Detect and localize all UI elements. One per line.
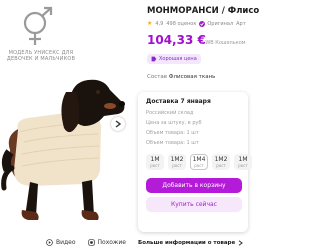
tag-icon — [151, 56, 157, 62]
similar-icon — [87, 239, 95, 246]
size-sub: рост — [238, 163, 248, 168]
media-bar: Видео Похожие — [0, 235, 132, 250]
reviews-count[interactable]: 498 оценок — [166, 21, 196, 27]
unisex-gender-icon — [23, 6, 53, 45]
size-sub: рост — [194, 163, 204, 168]
composition-label: Состав — [147, 74, 168, 80]
good-price-label: Хорошая цена — [159, 56, 197, 62]
price-note: с WB Кошельком — [201, 40, 246, 46]
delivery-row: Цена за штуку, в руб — [146, 120, 202, 126]
size-label: 1М2 — [170, 156, 184, 163]
delivery-card: Доставка 7 января Российский склад Цена … — [138, 92, 252, 232]
chevron-right-icon — [115, 120, 121, 128]
similar-button[interactable]: Похожие — [82, 235, 132, 250]
size-selector: 1М рост 1М2 рост 1М4 рост 1М2 рост 1М ро… — [146, 154, 252, 170]
composition-value: Флисовая ткань — [168, 74, 216, 80]
delivery-date: Доставка 7 января — [146, 98, 211, 105]
original-badge: Оригинал — [199, 20, 234, 27]
chevron-right-icon — [238, 239, 244, 246]
size-option[interactable]: 1М рост — [146, 154, 164, 170]
delivery-row: Объем товара: 1 шт — [146, 140, 199, 146]
size-sub: рост — [216, 163, 226, 168]
rating-value: 4,9 — [155, 20, 164, 27]
more-info-link[interactable]: Больше информации о товаре — [138, 235, 250, 250]
size-label: 1М — [150, 156, 160, 163]
size-sub: рост — [150, 163, 160, 168]
product-title: МОНМОРАНСИ / Флисо — [147, 6, 260, 16]
product-price: 104,33 € — [147, 33, 206, 47]
size-option[interactable]: 1М2 рост — [168, 154, 186, 170]
video-icon — [46, 239, 53, 246]
size-label: 1М — [238, 156, 248, 163]
product-photo-dog — [1, 79, 125, 220]
product-gallery: МОДЕЛЬ УНИСЕКС ДЛЯ ДЕВОЧЕК И МАЛЬЧИКОВ В… — [0, 0, 132, 250]
check-badge-icon — [199, 20, 206, 27]
size-label: 1М2 — [214, 156, 228, 163]
more-info-label: Больше информации о товаре — [138, 239, 236, 246]
composition: Состав Флисовая ткань — [147, 74, 215, 80]
size-label: 1М4 — [192, 156, 206, 163]
product-meta: ★ 4,9 498 оценок Оригинал Арт — [147, 20, 246, 27]
size-option[interactable]: 1М рост — [234, 154, 252, 170]
size-sub: рост — [172, 163, 182, 168]
similar-label: Похожие — [97, 239, 126, 246]
buy-now-button[interactable]: Купить сейчас — [146, 197, 242, 212]
article-label: Арт — [236, 20, 246, 27]
add-to-cart-button[interactable]: Добавить в корзину — [146, 178, 242, 193]
original-label: Оригинал — [207, 20, 234, 27]
delivery-row: Объем товара: 1 шт — [146, 130, 199, 136]
star-icon: ★ — [147, 20, 153, 27]
good-price-badge: Хорошая цена — [147, 54, 201, 64]
size-option-selected[interactable]: 1М4 рост — [190, 154, 208, 170]
video-button[interactable]: Видео — [0, 235, 82, 250]
delivery-row: Российский склад — [146, 110, 194, 116]
video-label: Видео — [56, 239, 76, 246]
next-photo-button[interactable] — [111, 117, 125, 131]
model-note: МОДЕЛЬ УНИСЕКС ДЛЯ ДЕВОЧЕК И МАЛЬЧИКОВ — [6, 50, 76, 62]
size-option[interactable]: 1М2 рост — [212, 154, 230, 170]
